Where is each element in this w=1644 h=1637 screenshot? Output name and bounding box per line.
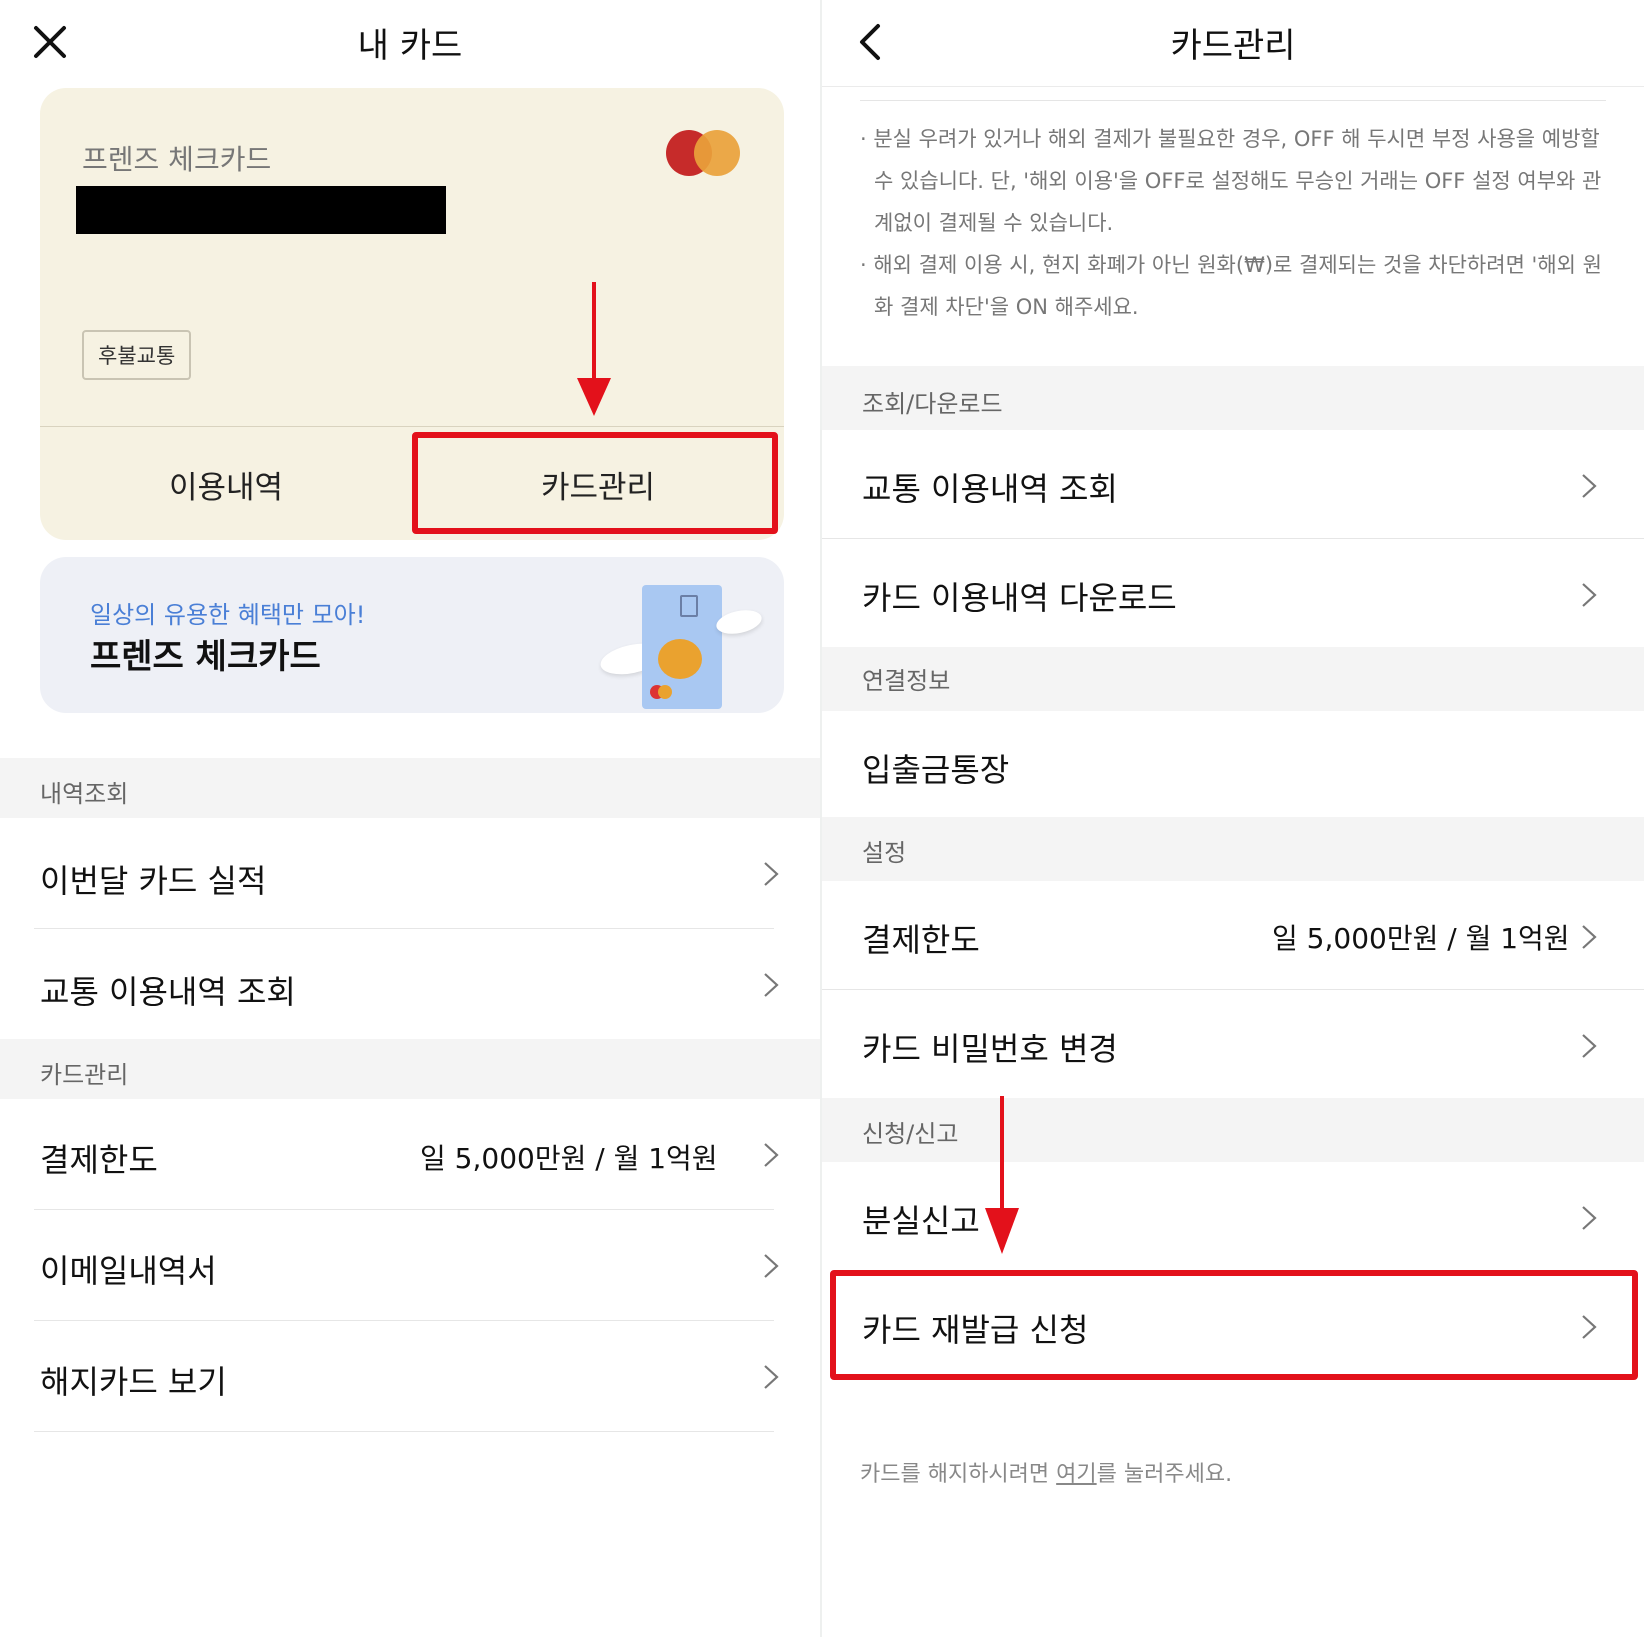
list-item[interactable]: 이번달 카드 실적 bbox=[0, 818, 820, 928]
section-header: 조회/다운로드 bbox=[822, 366, 1644, 430]
chevron-right-icon bbox=[762, 969, 780, 997]
arrow-down-icon bbox=[985, 1096, 1019, 1254]
terminate-note: 카드를 해지하시려면 여기를 눌러주세요. bbox=[860, 1462, 1233, 1487]
promo-banner[interactable]: 일상의 유용한 혜택만 모아! 프렌즈 체크카드 bbox=[40, 557, 784, 713]
highlight-box bbox=[412, 432, 778, 534]
chevron-right-icon bbox=[1580, 1202, 1598, 1230]
page-title: 내 카드 bbox=[357, 26, 463, 66]
section-header: 연결정보 bbox=[822, 647, 1644, 711]
chevron-right-icon bbox=[762, 1361, 780, 1389]
divider bbox=[34, 1431, 774, 1432]
row-label: 카드 비밀번호 변경 bbox=[862, 1030, 1118, 1068]
chevron-right-icon bbox=[1580, 470, 1598, 498]
list-item[interactable]: 분실신고 bbox=[822, 1162, 1644, 1270]
row-label: 이메일내역서 bbox=[40, 1252, 217, 1290]
row-label: 결제한도 bbox=[40, 1141, 158, 1179]
card-manage-screen: 카드관리 · 분실 우려가 있거나 해외 결제가 불필요한 경우, OFF 해 … bbox=[822, 0, 1644, 1637]
list-item[interactable]: 교통 이용내역 조회 bbox=[0, 929, 820, 1039]
list-item[interactable]: 해지카드 보기 bbox=[0, 1321, 820, 1431]
header: 카드관리 bbox=[822, 0, 1644, 86]
section-header: 카드관리 bbox=[0, 1039, 820, 1099]
banner-title: 프렌즈 체크카드 bbox=[90, 637, 321, 677]
list-item[interactable]: 카드 비밀번호 변경 bbox=[822, 990, 1644, 1098]
notice-item: · 해외 결제 이용 시, 현지 화폐가 아닌 원화(₩)로 결제되는 것을 차… bbox=[860, 253, 1602, 319]
notice-text: · 분실 우려가 있거나 해외 결제가 불필요한 경우, OFF 해 두시면 부… bbox=[860, 118, 1614, 328]
limit-value: 일 5,000만원 / 월 1억원 bbox=[420, 1142, 718, 1175]
highlight-box bbox=[830, 1270, 1638, 1380]
my-card-screen: 내 카드 프렌즈 체크카드 후불교통 이용내역 카드관리 일상의 유용한 혜택만… bbox=[0, 0, 820, 1637]
card-illustration-icon bbox=[642, 585, 722, 709]
header: 내 카드 bbox=[0, 0, 820, 86]
list-item[interactable]: 이메일내역서 bbox=[0, 1210, 820, 1320]
divider bbox=[822, 86, 1644, 87]
history-button[interactable]: 이용내역 bbox=[40, 428, 412, 540]
section-header: 설정 bbox=[822, 817, 1644, 881]
row-label: 교통 이용내역 조회 bbox=[862, 470, 1118, 508]
mastercard-logo-icon bbox=[666, 130, 740, 176]
row-label: 결제한도 bbox=[862, 921, 980, 959]
chevron-right-icon bbox=[762, 1250, 780, 1278]
transit-badge: 후불교통 bbox=[82, 330, 192, 380]
card-name: 프렌즈 체크카드 bbox=[82, 143, 272, 176]
chevron-right-icon bbox=[762, 858, 780, 886]
divider bbox=[40, 426, 784, 427]
list-item[interactable]: 결제한도 일 5,000만원 / 월 1억원 bbox=[822, 881, 1644, 989]
row-label: 카드 이용내역 다운로드 bbox=[862, 579, 1177, 617]
terminate-link[interactable]: 여기 bbox=[1056, 1462, 1096, 1487]
row-label: 해지카드 보기 bbox=[40, 1363, 227, 1401]
chevron-right-icon bbox=[1580, 921, 1598, 949]
page-title: 카드관리 bbox=[1170, 26, 1296, 66]
chevron-right-icon bbox=[1580, 1030, 1598, 1058]
divider bbox=[860, 100, 1606, 101]
section-header: 내역조회 bbox=[0, 758, 820, 818]
arrow-down-icon bbox=[577, 282, 611, 416]
list-item[interactable]: 결제한도 일 5,000만원 / 월 1억원 bbox=[0, 1099, 820, 1209]
list-item[interactable]: 카드 이용내역 다운로드 bbox=[822, 539, 1644, 647]
section-header: 신청/신고 bbox=[822, 1098, 1644, 1162]
limit-value: 일 5,000만원 / 월 1억원 bbox=[1272, 922, 1570, 955]
row-label: 분실신고 bbox=[862, 1202, 980, 1240]
redacted-card-number bbox=[76, 186, 446, 234]
chevron-right-icon bbox=[1580, 579, 1598, 607]
list-item[interactable]: 입출금통장 bbox=[822, 711, 1644, 817]
list-item[interactable]: 교통 이용내역 조회 bbox=[822, 430, 1644, 538]
row-label: 입출금통장 bbox=[862, 751, 1010, 789]
row-label: 이번달 카드 실적 bbox=[40, 862, 267, 900]
notice-item: · 분실 우려가 있거나 해외 결제가 불필요한 경우, OFF 해 두시면 부… bbox=[860, 127, 1602, 235]
row-label: 교통 이용내역 조회 bbox=[40, 973, 296, 1011]
banner-subtitle: 일상의 유용한 혜택만 모아! bbox=[90, 601, 366, 629]
chevron-right-icon bbox=[762, 1139, 780, 1167]
